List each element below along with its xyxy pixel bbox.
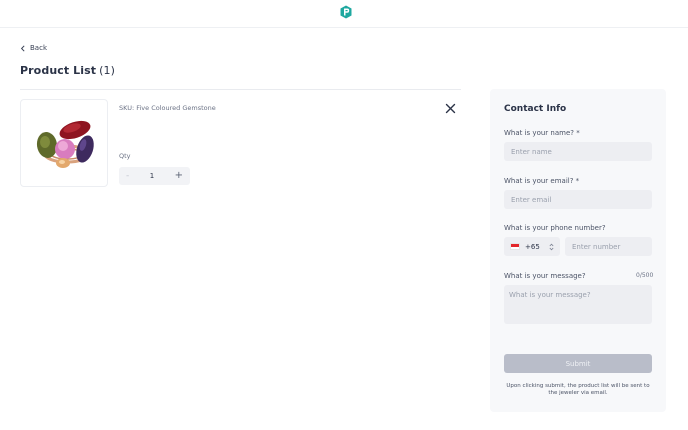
divider: [20, 89, 461, 90]
product-sku: SKU: Five Coloured Gemstone: [119, 104, 216, 112]
product-count: (1): [99, 64, 116, 77]
increment-button[interactable]: +: [175, 171, 183, 181]
email-input[interactable]: [504, 190, 652, 209]
phone-input[interactable]: [565, 237, 652, 256]
decrement-button[interactable]: -: [126, 171, 129, 181]
chevron-left-icon: [20, 44, 25, 52]
quantity-value: 1: [149, 172, 155, 180]
singapore-flag-icon: [510, 243, 520, 250]
brand-logo-icon[interactable]: [340, 5, 352, 19]
top-bar: [0, 0, 688, 28]
gemstone-ring-image: [36, 120, 94, 168]
name-label: What is your name? *: [504, 129, 580, 137]
message-label: What is your message?: [504, 272, 586, 280]
page-title-text: Product List: [20, 64, 97, 77]
submit-note: Upon clicking submit, the product list w…: [506, 383, 650, 396]
product-image: [20, 99, 108, 187]
back-label: Back: [30, 44, 47, 52]
page-title: Product List (1): [20, 64, 115, 77]
message-input[interactable]: [504, 285, 652, 324]
email-label: What is your email? *: [504, 177, 580, 185]
phone-label: What is your phone number?: [504, 224, 606, 232]
contact-info-title: Contact Info: [504, 104, 567, 114]
name-input[interactable]: [504, 142, 652, 161]
contact-info-panel: Contact Info What is your name? * What i…: [490, 89, 666, 412]
message-char-counter: 0/500: [636, 272, 654, 279]
close-icon[interactable]: [445, 103, 456, 114]
submit-button[interactable]: Submit: [504, 354, 652, 373]
back-link[interactable]: Back: [20, 44, 47, 52]
quantity-stepper: - 1 +: [119, 167, 190, 185]
chevron-up-down-icon: [549, 243, 554, 250]
country-code-value: +65: [525, 242, 540, 251]
country-code-select[interactable]: +65: [504, 237, 560, 256]
qty-label: Qty: [119, 152, 131, 160]
